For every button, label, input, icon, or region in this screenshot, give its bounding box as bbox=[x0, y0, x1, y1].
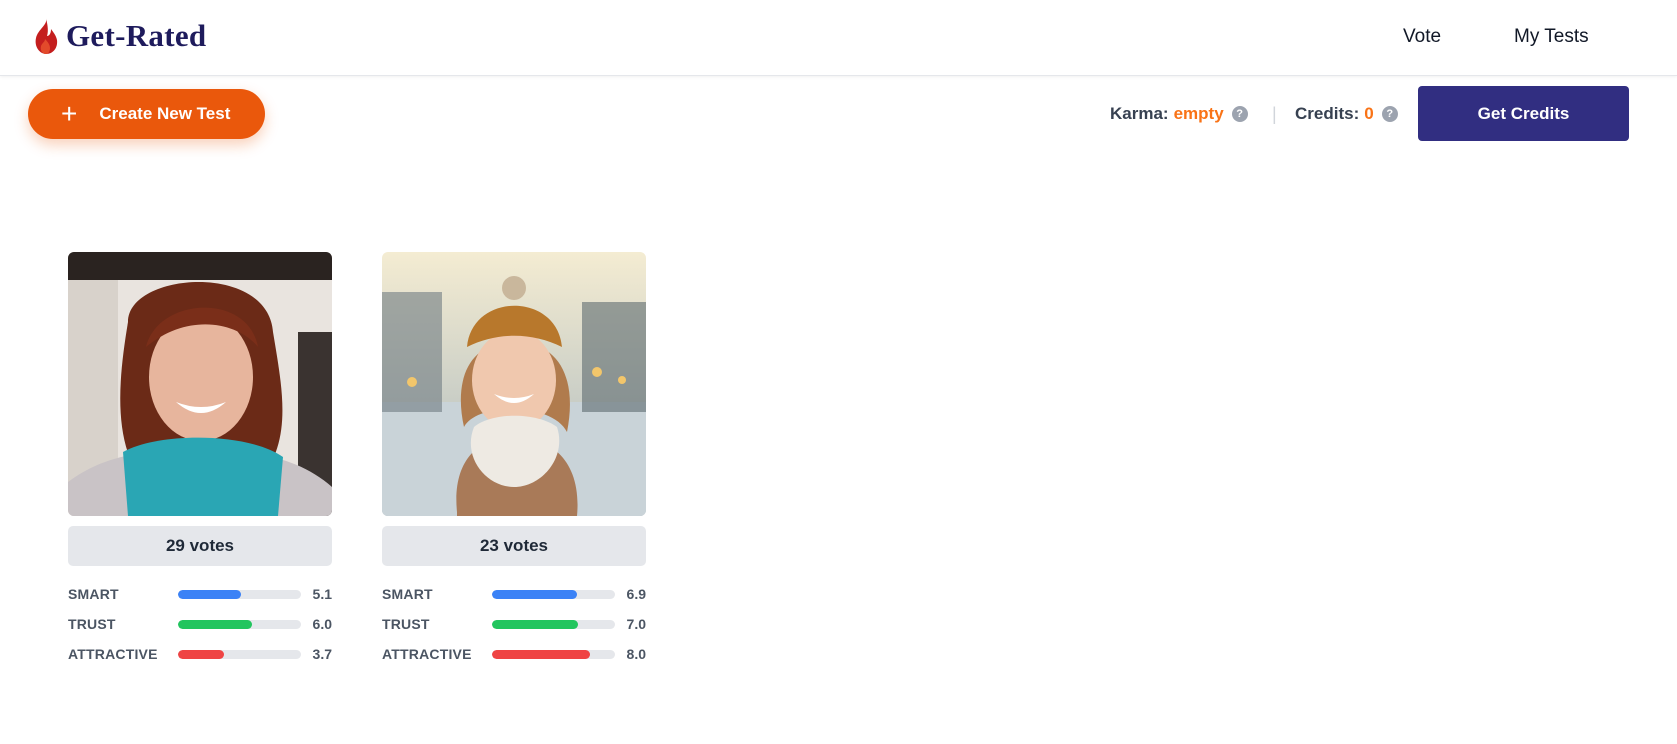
metric-trust: TRUST 7.0 bbox=[382, 614, 646, 644]
metrics-list: SMART 5.1 TRUST 6.0 ATTRACTIVE 3.7 bbox=[68, 584, 332, 674]
metric-bar-fill bbox=[178, 590, 241, 599]
metric-label: ATTRACTIVE bbox=[68, 646, 158, 662]
metric-bar-fill bbox=[492, 590, 577, 599]
metric-bar-fill bbox=[492, 620, 579, 629]
metric-label: TRUST bbox=[382, 616, 430, 632]
metric-track bbox=[178, 650, 301, 659]
create-new-test-label: Create New Test bbox=[99, 104, 231, 123]
karma-label: Karma: bbox=[1110, 104, 1169, 123]
metric-value: 3.7 bbox=[312, 646, 332, 662]
test-card[interactable]: 29 votes SMART 5.1 TRUST 6.0 ATTRACTIVE … bbox=[68, 252, 332, 674]
metric-value: 5.1 bbox=[312, 586, 332, 602]
karma-help-icon[interactable]: ? bbox=[1231, 106, 1248, 122]
metric-label: SMART bbox=[382, 586, 433, 602]
metric-smart: SMART 5.1 bbox=[68, 584, 332, 614]
metric-value: 7.0 bbox=[626, 616, 646, 632]
metric-value: 6.9 bbox=[626, 586, 646, 602]
metric-smart: SMART 6.9 bbox=[382, 584, 646, 614]
nav-my-tests[interactable]: My Tests bbox=[1514, 26, 1589, 48]
votes-count: 23 votes bbox=[382, 526, 646, 566]
stat-divider: | bbox=[1272, 104, 1277, 124]
metric-bar-fill bbox=[492, 650, 591, 659]
credits-stat: Credits: 0 ? bbox=[1295, 104, 1398, 124]
metric-attractive: ATTRACTIVE 8.0 bbox=[382, 644, 646, 674]
metric-label: TRUST bbox=[68, 616, 116, 632]
get-credits-button[interactable]: Get Credits bbox=[1418, 86, 1629, 141]
metric-value: 6.0 bbox=[312, 616, 332, 632]
test-photo[interactable] bbox=[382, 252, 646, 516]
logo-text: Get-Rated bbox=[66, 18, 207, 53]
nav-vote[interactable]: Vote bbox=[1403, 26, 1441, 48]
votes-count: 29 votes bbox=[68, 526, 332, 566]
metric-track bbox=[492, 650, 615, 659]
credits-help-icon[interactable]: ? bbox=[1381, 106, 1398, 122]
metric-label: SMART bbox=[68, 586, 119, 602]
karma-stat: Karma: empty ? bbox=[1110, 104, 1248, 124]
metric-attractive: ATTRACTIVE 3.7 bbox=[68, 644, 332, 674]
metric-trust: TRUST 6.0 bbox=[68, 614, 332, 644]
metric-value: 8.0 bbox=[626, 646, 646, 662]
plus-icon: + bbox=[61, 98, 78, 129]
metric-track bbox=[178, 590, 301, 599]
top-header: Get-Rated Vote My Tests bbox=[0, 0, 1677, 76]
create-new-test-button[interactable]: + Create New Test bbox=[28, 89, 265, 139]
metrics-list: SMART 6.9 TRUST 7.0 ATTRACTIVE 8.0 bbox=[382, 584, 646, 674]
test-photo[interactable] bbox=[68, 252, 332, 516]
metric-label: ATTRACTIVE bbox=[382, 646, 472, 662]
metric-bar-fill bbox=[178, 650, 224, 659]
credits-value: 0 bbox=[1364, 104, 1374, 123]
credits-label: Credits: bbox=[1295, 104, 1360, 123]
metric-bar-fill bbox=[178, 620, 252, 629]
flame-icon bbox=[35, 18, 58, 54]
metric-track bbox=[492, 620, 615, 629]
metric-track bbox=[178, 620, 301, 629]
test-card[interactable]: 23 votes SMART 6.9 TRUST 7.0 ATTRACTIVE … bbox=[382, 252, 646, 674]
metric-track bbox=[492, 590, 615, 599]
logo[interactable]: Get-Rated bbox=[32, 17, 206, 55]
karma-value: empty bbox=[1173, 104, 1224, 123]
